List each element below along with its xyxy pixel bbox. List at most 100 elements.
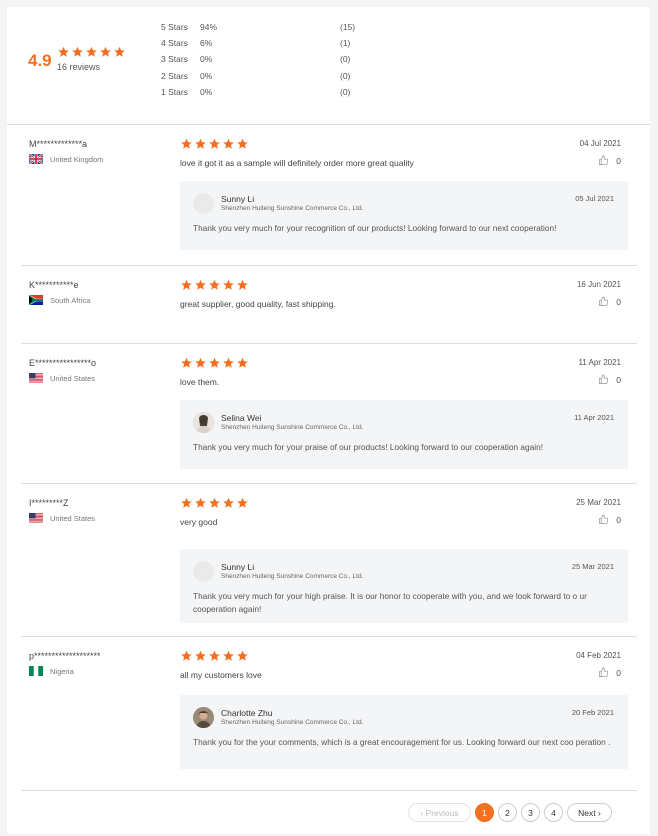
reply-date: 11 Apr 2021 <box>574 413 614 422</box>
star-icon <box>57 46 70 58</box>
reply-date: 20 Feb 2021 <box>571 708 614 717</box>
star-icon <box>208 357 221 369</box>
star-icon <box>208 279 221 291</box>
star-icon <box>236 650 249 662</box>
like-count: 0 <box>616 296 621 307</box>
review-item: E****************o United States 11 Apr … <box>21 344 637 484</box>
us-flag-icon <box>29 513 43 523</box>
next-page-button[interactable]: Next › <box>567 803 612 822</box>
previous-label: Previous <box>425 807 459 818</box>
chevron-right-icon: › <box>595 807 601 818</box>
star-icon <box>236 279 249 291</box>
average-stars <box>57 46 126 58</box>
avatar <box>193 193 214 214</box>
star-icon <box>208 497 221 509</box>
rating-summary: 4.9 16 reviews 5 Stars 94% (15) 4 Stars … <box>7 7 650 125</box>
country-name: United States <box>50 513 96 523</box>
reply-date: 25 Mar 2021 <box>571 562 614 571</box>
distribution-count: (0) <box>340 70 351 81</box>
star-icon <box>236 138 249 150</box>
country-name: United States <box>50 373 96 383</box>
next-label: Next <box>578 807 596 818</box>
like-button[interactable]: 0 <box>598 667 621 678</box>
review-text: all my customers love <box>180 670 262 680</box>
uk-flag-icon <box>29 154 43 164</box>
reviewer-country: United States <box>29 373 95 383</box>
star-icon <box>208 650 221 662</box>
thumbs-up-icon[interactable] <box>598 374 609 385</box>
review-date: 16 Jun 2021 <box>576 280 621 289</box>
like-count: 0 <box>616 514 621 525</box>
south-africa-flag-icon <box>29 295 43 305</box>
reply-company: Shenzhen Huiteng Sunshine Commerce Co., … <box>221 573 364 580</box>
distribution-row[interactable]: 4 Stars 6% (1) <box>161 38 361 54</box>
thumbs-up-icon[interactable] <box>598 296 609 307</box>
review-stars <box>180 650 249 662</box>
thumbs-up-icon[interactable] <box>598 514 609 525</box>
reviewer-country: Nigeria <box>29 666 74 676</box>
reviews-card: 4.9 16 reviews 5 Stars 94% (15) 4 Stars … <box>7 7 650 834</box>
star-icon <box>71 46 84 58</box>
reviewer-name: I*********Z <box>29 498 69 508</box>
reply-author: Selina Wei <box>221 413 262 423</box>
star-icon <box>208 138 221 150</box>
supplier-reply: Sunny Li Shenzhen Huiteng Sunshine Comme… <box>180 181 628 250</box>
distribution-percent: 0% <box>200 86 213 97</box>
review-date: 25 Mar 2021 <box>576 498 621 507</box>
like-count: 0 <box>616 667 621 678</box>
distribution-row[interactable]: 5 Stars 94% (15) <box>161 22 361 38</box>
review-text: love it got it as a sample will definite… <box>180 158 414 168</box>
review-stars <box>180 138 249 150</box>
supplier-reply: Sunny Li Shenzhen Huiteng Sunshine Comme… <box>180 549 628 623</box>
review-stars <box>180 357 249 369</box>
like-button[interactable]: 0 <box>598 374 621 385</box>
page-1-button[interactable]: 1 <box>475 803 494 822</box>
distribution-row[interactable]: 1 Stars 0% (0) <box>161 87 361 103</box>
distribution-count: (0) <box>340 54 351 65</box>
distribution-row[interactable]: 3 Stars 0% (0) <box>161 54 361 70</box>
page-4-button[interactable]: 4 <box>544 803 563 822</box>
supplier-reply: Charlotte Zhu Shenzhen Huiteng Sunshine … <box>180 695 628 769</box>
like-button[interactable]: 0 <box>598 296 621 307</box>
country-name: United Kingdom <box>50 154 104 164</box>
reviewer-name: K***********e <box>29 280 79 290</box>
review-date: 11 Apr 2021 <box>578 358 621 367</box>
distribution-label: 3 Stars <box>161 54 188 65</box>
page-3-button[interactable]: 3 <box>521 803 540 822</box>
country-name: Nigeria <box>50 666 74 676</box>
distribution-row[interactable]: 2 Stars 0% (0) <box>161 71 361 87</box>
like-button[interactable]: 0 <box>598 155 621 166</box>
previous-page-button[interactable]: ‹ Previous <box>408 803 471 822</box>
star-icon <box>236 357 249 369</box>
review-item: M*************a United Kingdom 04 Jul 20… <box>21 125 637 266</box>
reply-text: Thank you very much for your praise of o… <box>193 442 544 452</box>
supplier-reply: Selina Wei Shenzhen Huiteng Sunshine Com… <box>180 400 628 469</box>
star-icon <box>180 497 193 509</box>
star-icon <box>222 279 235 291</box>
like-button[interactable]: 0 <box>598 514 621 525</box>
like-count: 0 <box>616 155 621 166</box>
review-stars <box>180 279 249 291</box>
page-2-button[interactable]: 2 <box>498 803 517 822</box>
reply-company: Shenzhen Huiteng Sunshine Commerce Co., … <box>221 205 364 212</box>
star-icon <box>180 357 193 369</box>
star-icon <box>236 497 249 509</box>
distribution-percent: 6% <box>200 38 213 49</box>
distribution-label: 1 Stars <box>161 86 188 97</box>
reviewer-country: United Kingdom <box>29 154 103 164</box>
reply-company: Shenzhen Huiteng Sunshine Commerce Co., … <box>221 719 364 726</box>
reply-author: Sunny Li <box>221 562 255 572</box>
average-score: 4.9 <box>28 51 52 70</box>
star-icon <box>113 46 126 58</box>
reviewer-country: South Africa <box>29 295 90 305</box>
reply-company: Shenzhen Huiteng Sunshine Commerce Co., … <box>221 424 364 431</box>
reply-text: Thank you very much for your high praise… <box>193 591 587 614</box>
thumbs-up-icon[interactable] <box>598 155 609 166</box>
star-icon <box>85 46 98 58</box>
review-text: very good <box>180 517 218 527</box>
thumbs-up-icon[interactable] <box>598 667 609 678</box>
reply-author: Sunny Li <box>221 194 255 204</box>
country-name: South Africa <box>50 295 91 305</box>
star-icon <box>180 138 193 150</box>
star-icon <box>99 46 112 58</box>
